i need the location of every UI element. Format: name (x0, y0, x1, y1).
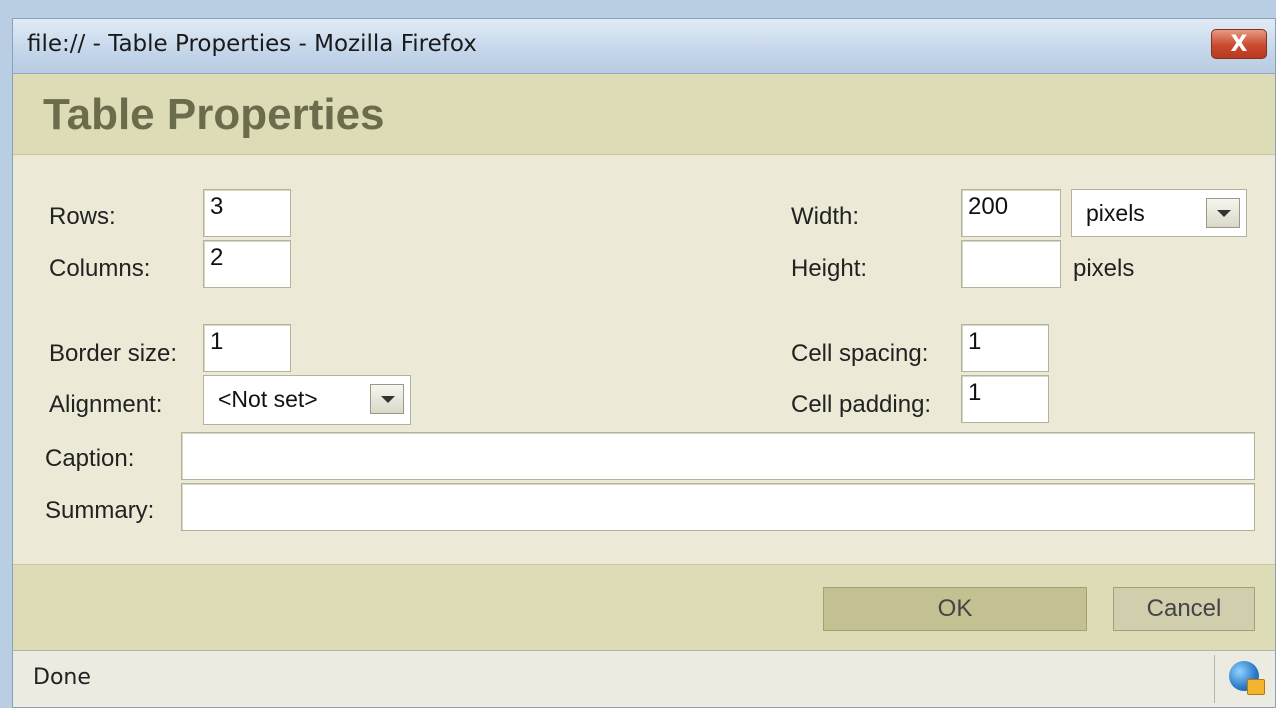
cell-spacing-input[interactable]: 1 (961, 324, 1049, 372)
summary-label: Summary: (45, 497, 155, 524)
cell-padding-input[interactable]: 1 (961, 375, 1049, 423)
chevron-down-icon[interactable] (370, 384, 404, 414)
status-bar: Done (13, 650, 1275, 707)
height-unit-label: pixels (1073, 255, 1135, 282)
columns-label: Columns: (49, 255, 151, 282)
width-input[interactable]: 200 (961, 189, 1061, 237)
cell-padding-label: Cell padding: (791, 391, 932, 418)
caption-label: Caption: (45, 445, 135, 472)
alignment-select[interactable]: <Not set> (203, 375, 411, 425)
globe-icon[interactable] (1229, 661, 1265, 695)
summary-input[interactable] (181, 483, 1255, 531)
window-close-button[interactable]: X (1211, 29, 1267, 59)
chevron-down-icon[interactable] (1206, 198, 1240, 228)
dialog-footer: OK Cancel (13, 564, 1275, 650)
alignment-value: <Not set> (218, 386, 318, 412)
columns-input[interactable]: 2 (203, 240, 291, 288)
dialog-header: Table Properties (13, 74, 1275, 155)
cell-spacing-label: Cell spacing: (791, 340, 929, 367)
width-unit-select[interactable]: pixels (1071, 189, 1247, 237)
firefox-window: file:// - Table Properties - Mozilla Fir… (12, 18, 1276, 708)
caption-input[interactable] (181, 432, 1255, 480)
width-label: Width: (791, 203, 860, 230)
window-titlebar[interactable]: file:// - Table Properties - Mozilla Fir… (13, 19, 1275, 74)
height-label: Height: (791, 255, 868, 282)
status-text: Done (33, 665, 91, 690)
window-title: file:// - Table Properties - Mozilla Fir… (27, 31, 477, 57)
rows-label: Rows: (49, 203, 116, 230)
ok-button[interactable]: OK (823, 587, 1087, 631)
border-size-input[interactable]: 1 (203, 324, 291, 372)
width-unit-value: pixels (1086, 200, 1145, 226)
height-input[interactable] (961, 240, 1061, 288)
status-divider (1214, 655, 1215, 703)
cancel-button[interactable]: Cancel (1113, 587, 1255, 631)
dialog-title: Table Properties (43, 90, 385, 139)
alignment-label: Alignment: (49, 391, 163, 418)
rows-input[interactable]: 3 (203, 189, 291, 237)
border-size-label: Border size: (49, 340, 178, 367)
close-icon: X (1230, 32, 1248, 57)
